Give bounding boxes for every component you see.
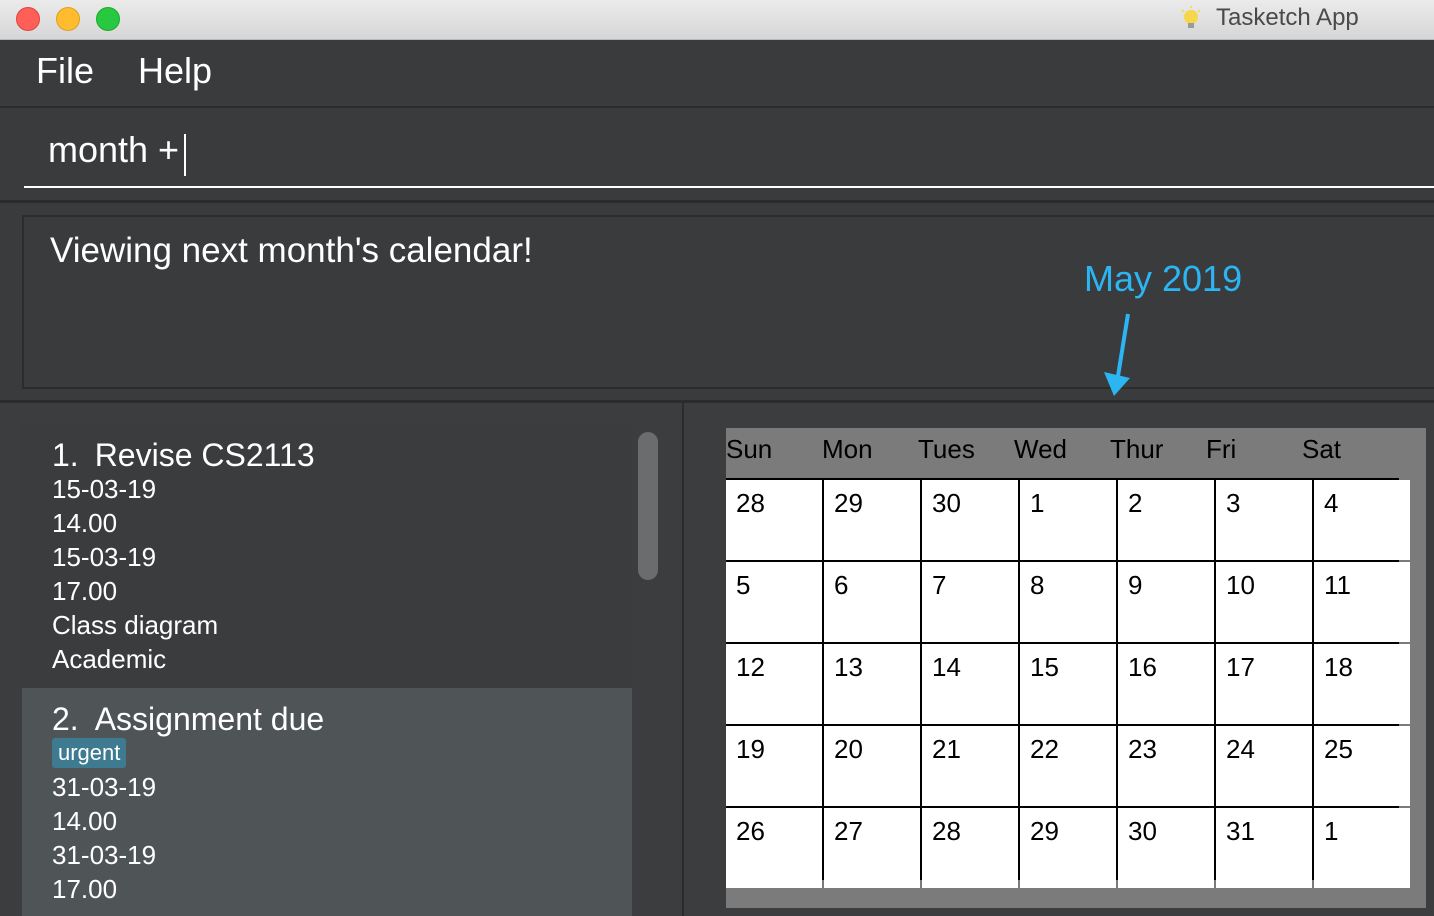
calendar-cell[interactable]: 25 (1314, 726, 1410, 806)
calendar-cell[interactable]: 24 (1216, 726, 1312, 806)
calendar-cell[interactable]: 22 (1020, 726, 1116, 806)
calendar-cell[interactable]: 9 (1118, 562, 1214, 642)
task-description: Class diagram (52, 610, 219, 640)
calendar-cell[interactable]: 14 (922, 644, 1018, 724)
task-name: Assignment due (94, 701, 325, 737)
annotation-label: May 2019 (1084, 258, 1243, 299)
title-bar: Tasketch App (0, 0, 1434, 40)
window-title: Tasketch App (1216, 4, 1359, 31)
calendar-cell[interactable]: 4 (1314, 480, 1410, 560)
calendar-cell[interactable]: 5 (726, 562, 822, 642)
calendar-cell[interactable]: 15 (1020, 644, 1116, 724)
text-caret (184, 134, 186, 176)
task-card[interactable]: 1. Revise CS2113 15-03-19 14.00 15-03-19 … (22, 424, 632, 688)
task-start-time: 14.00 (52, 806, 118, 836)
task-end-date: 31-03-19 (52, 840, 157, 870)
calendar-cell[interactable]: 1 (1314, 808, 1410, 888)
weekday-wed: Wed (1014, 434, 1067, 464)
task-start-date: 31-03-19 (52, 772, 157, 802)
tag-badge: urgent (52, 738, 127, 768)
task-tags: urgent (52, 736, 632, 770)
calendar-cell[interactable]: 23 (1118, 726, 1214, 806)
lightbulb-icon (1181, 6, 1201, 28)
menu-file[interactable]: File (36, 50, 94, 92)
calendar-cell[interactable]: 12 (726, 644, 822, 724)
task-index: 2. (52, 701, 79, 737)
panel-divider (682, 403, 684, 916)
task-end-date: 15-03-19 (52, 542, 157, 572)
calendar-cell[interactable]: 10 (1216, 562, 1312, 642)
task-title: 1. Revise CS2113 (52, 424, 632, 472)
result-display: Viewing next month's calendar! (22, 215, 1434, 389)
calendar-cell[interactable]: 7 (922, 562, 1018, 642)
list-scrollbar-thumb[interactable] (638, 432, 658, 580)
task-category: Academic (52, 644, 167, 674)
calendar-cell[interactable]: 18 (1314, 644, 1410, 724)
command-input[interactable] (24, 114, 1434, 188)
calendar-cell[interactable]: 28 (922, 808, 1018, 888)
calendar-cell[interactable]: 1 (1020, 480, 1116, 560)
result-message: Viewing next month's calendar! (50, 231, 533, 270)
task-end-time: 17.00 (52, 576, 118, 606)
calendar-cell[interactable]: 3 (1216, 480, 1312, 560)
menu-help[interactable]: Help (138, 50, 212, 92)
weekday-tue: Tues (918, 434, 975, 464)
weekday-sun: Sun (726, 434, 773, 464)
calendar-cell[interactable]: 8 (1020, 562, 1116, 642)
calendar-cell[interactable]: 20 (824, 726, 920, 806)
command-panel (0, 108, 1434, 203)
calendar-cell[interactable]: 30 (1118, 808, 1214, 888)
calendar-cell[interactable]: 29 (824, 480, 920, 560)
calendar-grid: 28 29 30 1 2 3 4 5 6 7 8 9 10 11 12 13 1… (726, 478, 1410, 888)
task-name: Revise CS2113 (94, 437, 315, 473)
calendar-cell[interactable]: 11 (1314, 562, 1410, 642)
zoom-window-button[interactable] (96, 7, 120, 31)
weekday-sat: Sat (1302, 434, 1342, 464)
calendar-cell[interactable]: 19 (726, 726, 822, 806)
weekday-mon: Mon (822, 434, 873, 464)
task-title: 2. Assignment due (52, 688, 632, 736)
calendar-cell[interactable]: 30 (922, 480, 1018, 560)
calendar-cell[interactable]: 16 (1118, 644, 1214, 724)
task-start-time: 14.00 (52, 508, 118, 538)
minimize-window-button[interactable] (56, 7, 80, 31)
task-card-selected[interactable]: 2. Assignment due urgent 31-03-19 14.00 3… (22, 688, 632, 916)
calendar-cell[interactable]: 17 (1216, 644, 1312, 724)
weekday-thu: Thur (1110, 434, 1164, 464)
calendar: Sun Mon Tues Wed Thur Fri Sat 28 29 30 1… (726, 428, 1426, 908)
calendar-header: Sun Mon Tues Wed Thur Fri Sat (726, 428, 1426, 478)
calendar-cell[interactable]: 6 (824, 562, 920, 642)
calendar-cell[interactable]: 28 (726, 480, 822, 560)
task-index: 1. (52, 437, 79, 473)
calendar-cell[interactable]: 31 (1216, 808, 1312, 888)
task-start-date: 15-03-19 (52, 474, 157, 504)
calendar-cell[interactable]: 21 (922, 726, 1018, 806)
calendar-cell[interactable]: 26 (726, 808, 822, 888)
calendar-cell[interactable]: 2 (1118, 480, 1214, 560)
close-window-button[interactable] (16, 7, 40, 31)
result-panel: Viewing next month's calendar! (0, 203, 1434, 403)
task-end-time: 17.00 (52, 874, 118, 904)
annotation-arrow-icon (1104, 313, 1130, 396)
calendar-cell[interactable]: 29 (1020, 808, 1116, 888)
calendar-cell[interactable]: 27 (824, 808, 920, 888)
weekday-fri: Fri (1206, 434, 1237, 464)
menu-bar: File Help (0, 40, 1434, 108)
calendar-cell[interactable]: 13 (824, 644, 920, 724)
